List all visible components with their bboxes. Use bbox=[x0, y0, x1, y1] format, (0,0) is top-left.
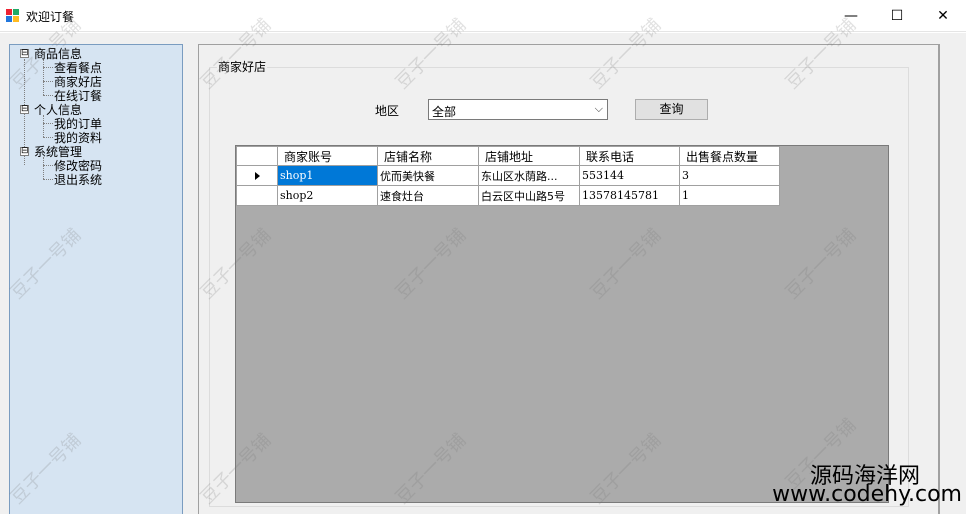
table-cell[interactable]: 白云区中山路5号 bbox=[478, 185, 580, 206]
query-button[interactable]: 查询 bbox=[635, 99, 708, 120]
shops-table: 商家账号 店铺名称 店铺地址 联系电话 出售餐点数量 shop1 优而美快餐 东… bbox=[236, 146, 780, 206]
tree-item-exit-system[interactable]: 退出系统 bbox=[54, 173, 102, 187]
region-dropdown-value: 全部 bbox=[432, 105, 457, 119]
region-dropdown[interactable]: 全部 ⌵ bbox=[428, 99, 608, 120]
chevron-down-icon[interactable]: ⌵ bbox=[595, 102, 603, 116]
column-header-phone[interactable]: 联系电话 bbox=[579, 146, 680, 166]
client-area: ⊟ 商品信息 查看餐点 商家好店 在线订餐 ⊟ 个人信息 我的订单 我的资料 ⊟… bbox=[0, 33, 966, 514]
close-button[interactable]: ✕ bbox=[920, 0, 966, 32]
row-selector[interactable] bbox=[236, 165, 278, 186]
tree-branch-line bbox=[43, 115, 44, 137]
tree-group-system-management[interactable]: 系统管理 bbox=[34, 145, 82, 159]
tree-item-change-password[interactable]: 修改密码 bbox=[54, 159, 102, 173]
brand-url: www.codehy.com bbox=[772, 482, 962, 507]
tree-group-product-info[interactable]: 商品信息 bbox=[34, 47, 82, 61]
tree-branch-line bbox=[43, 157, 44, 179]
tree-item-good-shops[interactable]: 商家好店 bbox=[54, 75, 102, 89]
table-cell[interactable]: shop2 bbox=[277, 185, 378, 206]
maximize-button[interactable]: ☐ bbox=[874, 0, 920, 32]
tree-item-my-orders[interactable]: 我的订单 bbox=[54, 117, 102, 131]
tree-branch-line bbox=[43, 59, 44, 95]
table-cell[interactable]: 553144 bbox=[579, 165, 680, 186]
content-frame: 商家好店 地区 全部 ⌵ 查询 商家账号 店铺名称 店铺地址 联系电话 出售餐点… bbox=[198, 44, 940, 514]
tree-leaf-line bbox=[43, 165, 53, 166]
tree-leaf-line bbox=[43, 123, 53, 124]
table-cell[interactable]: 优而美快餐 bbox=[377, 165, 479, 186]
tree-leaf-line bbox=[43, 179, 53, 180]
minimize-button[interactable]: — bbox=[828, 0, 874, 32]
column-header-meal-count[interactable]: 出售餐点数量 bbox=[679, 146, 780, 166]
table-row[interactable]: shop2 速食灶台 白云区中山路5号 13578145781 1 bbox=[236, 185, 780, 206]
tree-leaf-line bbox=[43, 81, 53, 82]
table-cell[interactable]: 东山区水荫路... bbox=[478, 165, 580, 186]
row-selector[interactable] bbox=[236, 185, 278, 206]
collapse-toggle-icon[interactable]: ⊟ bbox=[20, 105, 29, 114]
row-header-corner bbox=[236, 146, 278, 166]
column-header-shop-name[interactable]: 店铺名称 bbox=[377, 146, 479, 166]
tree-leaf-line bbox=[43, 95, 53, 96]
collapse-toggle-icon[interactable]: ⊟ bbox=[20, 147, 29, 156]
collapse-toggle-icon[interactable]: ⊟ bbox=[20, 49, 29, 58]
tree-group-personal-info[interactable]: 个人信息 bbox=[34, 103, 82, 117]
region-label: 地区 bbox=[375, 104, 400, 118]
column-header-shop-address[interactable]: 店铺地址 bbox=[478, 146, 580, 166]
tree-leaf-line bbox=[43, 67, 53, 68]
table-cell[interactable]: shop1 bbox=[277, 165, 378, 186]
tree-leaf-line bbox=[43, 137, 53, 138]
current-row-arrow-icon bbox=[254, 172, 260, 180]
table-cell[interactable]: 13578145781 bbox=[579, 185, 680, 206]
table-cell[interactable]: 3 bbox=[679, 165, 780, 186]
table-cell[interactable]: 速食灶台 bbox=[377, 185, 479, 206]
column-header-account[interactable]: 商家账号 bbox=[277, 146, 378, 166]
shops-data-grid[interactable]: 商家账号 店铺名称 店铺地址 联系电话 出售餐点数量 shop1 优而美快餐 东… bbox=[235, 145, 889, 503]
window-title: 欢迎订餐 bbox=[26, 10, 75, 24]
tree-item-online-order[interactable]: 在线订餐 bbox=[54, 89, 102, 103]
table-cell[interactable]: 1 bbox=[679, 185, 780, 206]
title-bar: 欢迎订餐 — ☐ ✕ bbox=[0, 0, 966, 32]
table-header-row: 商家账号 店铺名称 店铺地址 联系电话 出售餐点数量 bbox=[236, 146, 780, 166]
table-row[interactable]: shop1 优而美快餐 东山区水荫路... 553144 3 bbox=[236, 165, 780, 186]
navigation-tree: ⊟ 商品信息 查看餐点 商家好店 在线订餐 ⊟ 个人信息 我的订单 我的资料 ⊟… bbox=[9, 44, 183, 514]
tree-item-my-profile[interactable]: 我的资料 bbox=[54, 131, 102, 145]
app-icon bbox=[6, 9, 20, 23]
panel-title: 商家好店 bbox=[217, 58, 268, 75]
tree-item-view-meals[interactable]: 查看餐点 bbox=[54, 61, 102, 75]
